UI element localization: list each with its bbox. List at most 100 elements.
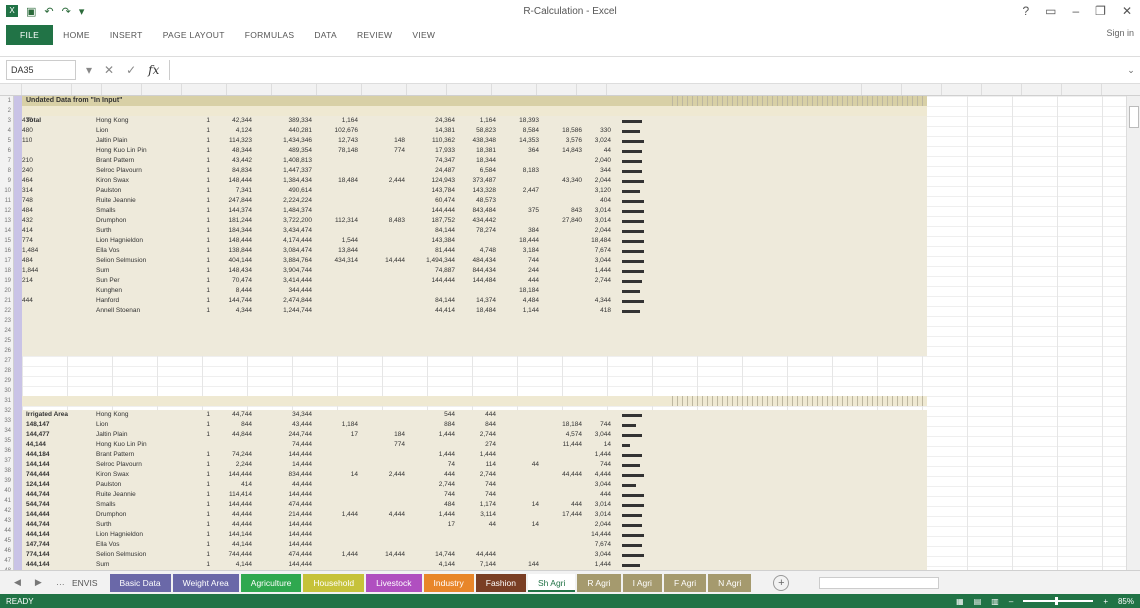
row-header[interactable]: 17 xyxy=(0,256,13,266)
row-headers[interactable]: 1 2 3 4 5 6 7 8 9 10 11 12 13 14 15 16 17 18 19 20 21 22 23 24 2… xyxy=(0,96,14,570)
sheet-tab[interactable]: N Agri xyxy=(708,573,752,592)
table-row[interactable]: Jaltin Plain 1 114,323 1,434,346 12,743 148 11… xyxy=(22,136,927,146)
table-row[interactable]: 544,744 Smalls 1 144,444 474,444 484 1,174 14 44… xyxy=(22,500,927,510)
row-header[interactable]: 28 xyxy=(0,366,13,376)
table-row[interactable]: Total Hong Kong 1 42,344 389,334 1,164 24,364 1… xyxy=(22,116,927,126)
row-header[interactable]: 13 xyxy=(0,216,13,226)
restore-icon[interactable]: ❐ xyxy=(1095,4,1106,18)
table-row[interactable]: Surth 1 184,344 3,434,474 84,144 78,274 384 2,0… xyxy=(22,226,927,236)
column-header[interactable] xyxy=(942,84,982,95)
table-row[interactable]: 144,144 Selroc Plavourn 1 2,244 14,444 74 114 4… xyxy=(22,460,927,470)
row-header[interactable]: 43 xyxy=(0,516,13,526)
table-row[interactable]: Selroc Plavourn 1 84,834 1,447,337 24,487 6,5… xyxy=(22,166,927,176)
minimize-icon[interactable]: – xyxy=(1072,4,1079,18)
table-row[interactable]: Sun Per 1 70,474 3,414,444 144,444 144,484 444… xyxy=(22,276,927,286)
row-header[interactable]: 5 xyxy=(0,136,13,146)
normal-view-icon[interactable]: ▦ xyxy=(956,597,964,606)
ribbon-tab-formulas[interactable]: FORMULAS xyxy=(235,30,305,40)
row-header[interactable]: 42 xyxy=(0,506,13,516)
table-row[interactable]: Sum 1 148,434 3,904,744 74,887 844,434 244 1,44… xyxy=(22,266,927,276)
table-row[interactable]: 148,147 Lion 1 844 43,444 1,184 884 844 18,184 74… xyxy=(22,420,927,430)
row-header[interactable]: 29 xyxy=(0,376,13,386)
sheet-tab[interactable]: Industry xyxy=(423,573,474,592)
page-layout-view-icon[interactable]: ▤ xyxy=(974,597,982,606)
column-header[interactable] xyxy=(407,84,447,95)
row-header[interactable]: 9 xyxy=(0,176,13,186)
name-box-dropdown-icon[interactable]: ▾ xyxy=(86,63,92,77)
row-header[interactable]: 10 xyxy=(0,186,13,196)
table-row[interactable]: Drumphon 1 181,244 3,722,200 112,314 8,483 187… xyxy=(22,216,927,226)
column-header[interactable] xyxy=(982,84,1022,95)
table-row[interactable]: Paulston 1 7,341 490,614 143,784 143,328 2,447… xyxy=(22,186,927,196)
worksheet-grid[interactable]: 1 2 3 4 5 6 7 8 9 10 11 12 13 14 15 16 17 18 19 20 21 22 23 24 2… xyxy=(0,84,1140,570)
row-header[interactable]: 40 xyxy=(0,486,13,496)
sheet-tab[interactable]: Weight Area xyxy=(172,573,239,592)
row-header[interactable]: 32 xyxy=(0,406,13,416)
column-header[interactable] xyxy=(902,84,942,95)
row-header[interactable]: 24 xyxy=(0,326,13,336)
column-header[interactable] xyxy=(1022,84,1062,95)
column-header[interactable] xyxy=(72,84,102,95)
table-row[interactable]: 44,144 Hong Kuo Lin Pin 74,444 774 274 11,444… xyxy=(22,440,927,450)
row-header[interactable]: 26 xyxy=(0,346,13,356)
row-header[interactable]: 25 xyxy=(0,336,13,346)
row-header[interactable]: 19 xyxy=(0,276,13,286)
row-header[interactable]: 47 xyxy=(0,556,13,566)
row-header[interactable]: 41 xyxy=(0,496,13,506)
column-header[interactable] xyxy=(577,84,607,95)
table-row[interactable]: Hong Kuo Lin Pin 1 48,344 489,354 78,148 774 1… xyxy=(22,146,927,156)
next-sheet-icon[interactable]: ▶ xyxy=(35,577,42,588)
row-header[interactable]: 33 xyxy=(0,416,13,426)
sign-in-link[interactable]: Sign in xyxy=(1106,28,1134,38)
row-header[interactable]: 44 xyxy=(0,526,13,536)
sheet-tab[interactable]: I Agri xyxy=(622,573,662,592)
row-header[interactable]: 38 xyxy=(0,466,13,476)
sheet-tab[interactable]: Fashion xyxy=(475,573,526,592)
name-box[interactable]: DA35 xyxy=(6,60,76,80)
column-header[interactable] xyxy=(227,84,272,95)
ribbon-tab-home[interactable]: HOME xyxy=(53,30,100,40)
column-headers[interactable] xyxy=(0,84,1140,96)
column-header[interactable] xyxy=(0,84,22,95)
table-row[interactable]: Brant Pattern 1 43,442 1,408,813 74,347 18,34… xyxy=(22,156,927,166)
row-header[interactable]: 6 xyxy=(0,146,13,156)
column-header[interactable] xyxy=(447,84,492,95)
table-row[interactable]: Selion Selmusion 1 404,144 3,884,764 434,314… xyxy=(22,256,927,266)
row-header[interactable]: 7 xyxy=(0,156,13,166)
expand-formula-bar-icon[interactable]: ⌄ xyxy=(1122,65,1140,76)
zoom-level[interactable]: 85% xyxy=(1118,597,1134,606)
column-header[interactable] xyxy=(607,84,862,95)
row-header[interactable]: 39 xyxy=(0,476,13,486)
table-row[interactable]: Hanford 1 144,744 2,474,844 84,144 14,374 4,48… xyxy=(22,296,927,306)
prev-sheet-icon[interactable]: ◀ xyxy=(14,577,21,588)
table-row[interactable]: Annell Stoenan 1 4,344 1,244,744 44,414 18,48… xyxy=(22,306,927,316)
row-header[interactable]: 11 xyxy=(0,196,13,206)
zoom-out-icon[interactable]: – xyxy=(1009,597,1013,606)
table-row[interactable]: 444,744 Surth 1 44,444 144,444 17 44 14 2,044 xyxy=(22,520,927,530)
table-row[interactable]: Kiron Swax 1 148,444 1,384,434 18,484 2,444 12… xyxy=(22,176,927,186)
row-header[interactable]: 23 xyxy=(0,316,13,326)
insert-function-icon[interactable]: fx xyxy=(148,63,159,77)
sheet-tab[interactable]: ENVIS xyxy=(62,574,108,592)
sheet-tab[interactable]: Sh Agri xyxy=(528,573,576,592)
row-header[interactable]: 36 xyxy=(0,446,13,456)
table-row[interactable]: 147,744 Ella Vos 1 44,144 144,444 7,674 xyxy=(22,540,927,550)
cell-area[interactable]: Undated Data from "In Input" Total Hong K… xyxy=(22,96,1140,570)
column-header[interactable] xyxy=(362,84,407,95)
new-sheet-button[interactable]: + xyxy=(773,574,790,591)
ribbon-display-icon[interactable]: ▭ xyxy=(1045,4,1056,18)
row-header[interactable]: 34 xyxy=(0,426,13,436)
table-row[interactable]: Irrigated Area Hong Kong 1 44,744 34,344 544 4… xyxy=(22,410,927,420)
row-header[interactable]: 8 xyxy=(0,166,13,176)
table-row[interactable]: 744,444 Kiron Swax 1 144,444 834,444 14 2,444 4… xyxy=(22,470,927,480)
row-header[interactable]: 35 xyxy=(0,436,13,446)
column-header[interactable] xyxy=(537,84,577,95)
ribbon-tab-view[interactable]: VIEW xyxy=(402,30,445,40)
row-header[interactable]: 27 xyxy=(0,356,13,366)
column-header[interactable] xyxy=(142,84,182,95)
row-header[interactable]: 16 xyxy=(0,246,13,256)
outline-bar[interactable] xyxy=(14,96,22,570)
column-header[interactable] xyxy=(22,84,72,95)
row-header[interactable]: 31 xyxy=(0,396,13,406)
row-header[interactable]: 15 xyxy=(0,236,13,246)
